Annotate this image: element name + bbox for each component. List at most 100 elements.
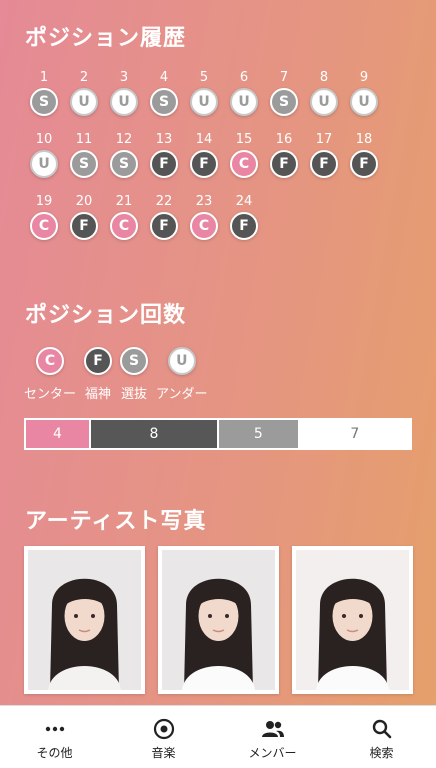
history-entry[interactable]: 3U (104, 70, 144, 132)
position-badge: S (270, 88, 298, 116)
count-segment: 4 (26, 420, 91, 448)
position-badge: S (150, 88, 178, 116)
tab-members[interactable]: メンバー (218, 706, 327, 768)
history-entry[interactable]: 20 F (64, 194, 104, 256)
history-entry[interactable]: 19 C (24, 194, 64, 256)
legend-badge: F (84, 347, 113, 375)
history-row: 1S2U3U4S5U6U7S8U9U (24, 70, 384, 132)
tab-music[interactable]: 音楽 (109, 706, 218, 768)
count-segment: 5 (219, 420, 300, 448)
history-entry[interactable]: 23 C (184, 194, 224, 256)
position-legend: C センター F 福神 S 選抜 U アンダー (24, 347, 216, 402)
bottom-tab-bar: その他 音楽 メンバー 検索 (0, 705, 436, 768)
position-badge: S (110, 150, 138, 178)
single-number: 4 (159, 70, 169, 85)
tab-search-label: 検索 (369, 746, 394, 760)
count-segment: 8 (91, 420, 219, 448)
portrait-image (296, 550, 409, 690)
single-number: 16 (275, 132, 293, 147)
history-entry[interactable]: 8U (304, 70, 344, 132)
position-count-bar: 4857 (24, 418, 412, 450)
single-number: 23 (195, 194, 213, 209)
portrait-image (28, 550, 141, 690)
position-badge: U (310, 88, 338, 116)
single-number: 10 (35, 132, 53, 147)
single-number: 22 (155, 194, 173, 209)
tab-music-label: 音楽 (151, 746, 176, 760)
legend-item: C センター (24, 347, 76, 402)
music-icon (153, 718, 175, 740)
artist-photo[interactable] (158, 546, 279, 694)
history-entry[interactable]: 10 U (24, 132, 64, 194)
history-entry[interactable]: 11 S (64, 132, 104, 194)
position-badge: U (70, 88, 98, 116)
position-badge: F (150, 150, 178, 178)
history-entry[interactable]: 4S (144, 70, 184, 132)
history-row: 10 U 11 S 12 S 13 F 14 F 15 C 16 F 17 F 18 F (24, 132, 384, 194)
position-badge: C (110, 212, 138, 240)
tab-search[interactable]: 検索 (327, 706, 436, 768)
legend-badge: U (167, 347, 196, 375)
legend-badge: S (120, 347, 149, 375)
single-number: 11 (75, 132, 93, 147)
position-badge: S (70, 150, 98, 178)
position-badge: F (350, 150, 378, 178)
single-number: 8 (319, 70, 329, 85)
history-entry[interactable]: 21 C (104, 194, 144, 256)
history-entry[interactable]: 16 F (264, 132, 304, 194)
legend-item: S 選抜 (120, 347, 149, 402)
count-segment: 7 (299, 420, 410, 448)
single-number: 7 (279, 70, 289, 85)
position-badge: F (190, 150, 218, 178)
single-number: 5 (199, 70, 209, 85)
position-badge: F (150, 212, 178, 240)
history-entry[interactable]: 18 F (344, 132, 384, 194)
more-icon (45, 718, 65, 740)
history-entry[interactable]: 12 S (104, 132, 144, 194)
history-section-title: ポジション履歴 (25, 26, 187, 51)
single-number: 24 (235, 194, 253, 209)
counts-section-title: ポジション回数 (25, 303, 187, 328)
single-number: 3 (119, 70, 129, 85)
history-row: 19 C 20 F 21 C 22 F 23 C 24 F (24, 194, 384, 256)
position-badge: U (230, 88, 258, 116)
history-entry[interactable]: 24 F (224, 194, 264, 256)
history-entry[interactable]: 14 F (184, 132, 224, 194)
history-entry[interactable]: 15 C (224, 132, 264, 194)
single-number: 20 (75, 194, 93, 209)
history-entry[interactable]: 9U (344, 70, 384, 132)
position-badge: F (70, 212, 98, 240)
history-entry[interactable]: 2U (64, 70, 104, 132)
history-entry[interactable]: 7S (264, 70, 304, 132)
single-number: 21 (115, 194, 133, 209)
position-badge: C (230, 150, 258, 178)
position-history-grid: 1 S 2 U 3 U 4 S 5 U 6 U 7 S 8 U 9 U 10 U 11 S 12 S 13 F 14 F 15 C 16 F 1… (24, 70, 384, 256)
legend-item: F 福神 (84, 347, 113, 402)
history-entry[interactable]: 22 F (144, 194, 184, 256)
position-badge: U (30, 150, 58, 178)
single-number: 6 (239, 70, 249, 85)
position-badge: C (190, 212, 218, 240)
history-entry[interactable]: 13 F (144, 132, 184, 194)
single-number: 15 (235, 132, 253, 147)
legend-label: 福神 (85, 387, 112, 402)
position-badge: U (350, 88, 378, 116)
position-badge: C (30, 212, 58, 240)
artist-photo[interactable] (24, 546, 145, 694)
history-entry[interactable]: 5U (184, 70, 224, 132)
members-icon (261, 718, 285, 740)
history-entry[interactable]: 6U (224, 70, 264, 132)
single-number: 12 (115, 132, 133, 147)
position-badge: F (270, 150, 298, 178)
history-entry[interactable]: 1S (24, 70, 64, 132)
artist-photos (24, 546, 413, 694)
single-number: 1 (39, 70, 49, 85)
tab-other[interactable]: その他 (0, 706, 109, 768)
legend-label: アンダー (156, 387, 208, 402)
artist-photo[interactable] (292, 546, 413, 694)
position-badge: F (230, 212, 258, 240)
search-icon (372, 718, 392, 740)
single-number: 19 (35, 194, 53, 209)
history-entry[interactable]: 17 F (304, 132, 344, 194)
single-number: 14 (195, 132, 213, 147)
